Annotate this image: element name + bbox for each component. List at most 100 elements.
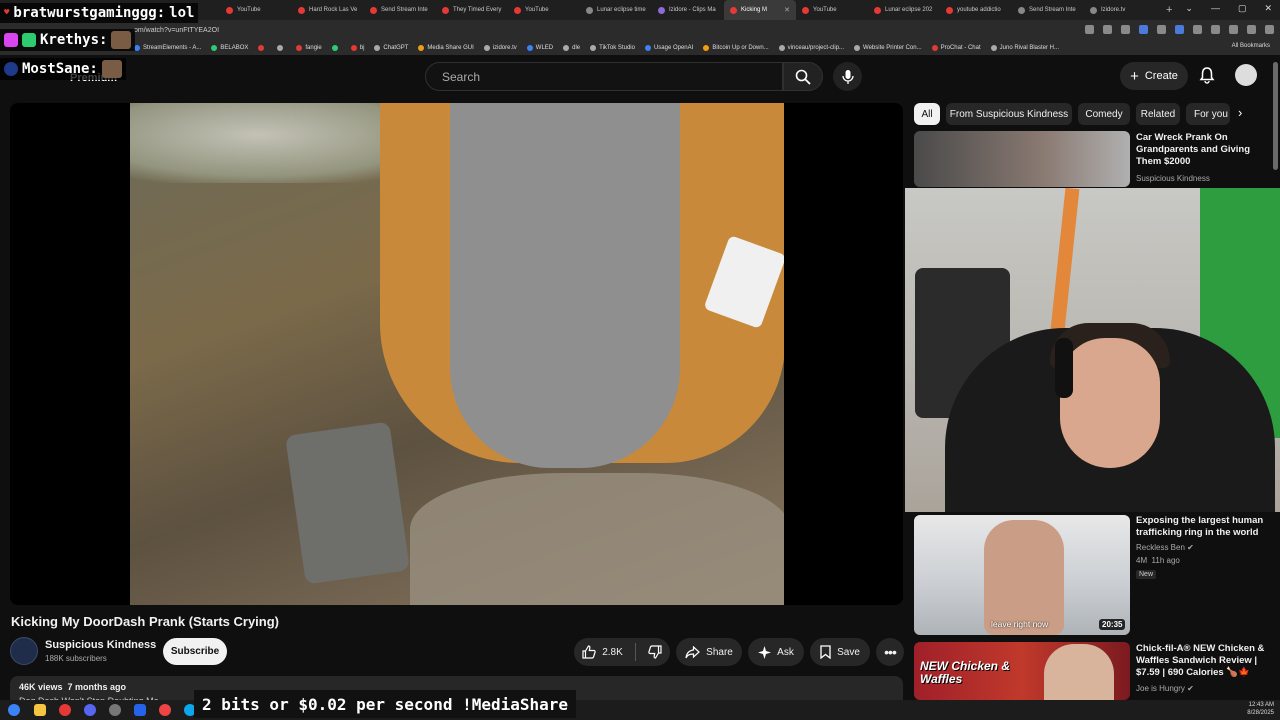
bookmarks-bar: StreamElements - A... BELABOX fangie bj Chat… (0, 40, 1280, 55)
file-explorer-icon[interactable] (34, 704, 46, 716)
close-button[interactable]: ✕ (1264, 3, 1272, 14)
bookmark-item[interactable]: fangie (296, 44, 322, 51)
recommendation-thumbnail[interactable] (914, 131, 1130, 187)
notifications-bell-icon[interactable] (1198, 66, 1216, 84)
recommendation-title[interactable]: Chick-fil-A® NEW Chicken & Waffles Sandw… (1136, 643, 1272, 679)
chip-all[interactable]: All (914, 103, 940, 125)
browser-tab[interactable]: YouTube (220, 0, 292, 20)
chip-from-channel[interactable]: From Suspicious Kindness (946, 103, 1072, 125)
extension-icon[interactable] (1193, 25, 1202, 34)
bookmark-item[interactable]: Juno Rival Blaster H... (990, 44, 1059, 51)
recommendation-channel[interactable]: Suspicious Kindness (1136, 174, 1210, 183)
bookmark-item[interactable]: Website Printer Con... (854, 44, 922, 51)
page-scrollbar[interactable] (1273, 62, 1278, 170)
bookmark-item[interactable]: TikTok Studio (590, 44, 635, 51)
extension-icon[interactable] (1229, 25, 1238, 34)
bookmark-item[interactable]: vinceau/project-clip... (778, 44, 844, 51)
bookmark-item[interactable]: izidore.tv (483, 44, 517, 51)
browser-tab[interactable]: Send Stream Inte (1012, 0, 1084, 20)
share-icon[interactable] (1103, 25, 1112, 34)
save-button[interactable]: Save (810, 638, 870, 666)
tab-search-icon[interactable]: ⌄ (1185, 3, 1193, 14)
new-tab-button[interactable]: + (1156, 4, 1182, 16)
browser-tab[interactable]: Send Stream Inte (364, 0, 436, 20)
search-input[interactable]: Search (425, 62, 783, 91)
channel-avatar[interactable] (10, 637, 38, 665)
bookmark-item[interactable]: Bitcoin Up or Down... (703, 44, 769, 51)
thumbs-up-icon[interactable] (582, 645, 596, 659)
extension-icon[interactable] (1157, 25, 1166, 34)
bookmark-item[interactable]: BELABOX (211, 44, 248, 51)
browser-icon[interactable] (59, 704, 71, 716)
bookmark-item[interactable]: StreamElements - A... (134, 44, 201, 51)
maximize-button[interactable]: ▢ (1238, 3, 1247, 14)
bookmark-item[interactable]: WLED (526, 44, 553, 51)
bookmark-item[interactable]: ChatGPT (374, 44, 408, 51)
browser-tab[interactable]: Lunar eclipse 202 (868, 0, 940, 20)
ask-button[interactable]: Ask (748, 638, 804, 666)
subscribe-button[interactable]: Subscribe (163, 638, 227, 665)
chip-comedy[interactable]: Comedy (1078, 103, 1130, 125)
headset (1055, 338, 1073, 398)
channel-name[interactable]: Suspicious Kindness (45, 639, 156, 651)
search-icon (795, 69, 811, 85)
chip-for-you[interactable]: For you (1186, 103, 1230, 125)
bookmark-item[interactable]: bj (350, 44, 364, 51)
thumbs-down-icon[interactable] (648, 645, 662, 659)
bookmark-item[interactable]: Media Share GUI (418, 44, 474, 51)
like-count[interactable]: 2.8K (602, 647, 623, 658)
bookmark-star-icon[interactable] (1121, 25, 1130, 34)
recommendation-channel[interactable]: Joe is Hungry ✔ (1136, 684, 1194, 693)
tab-label: YouTube (237, 7, 261, 13)
recommendation-title[interactable]: Car Wreck Prank On Grandparents and Givi… (1136, 132, 1272, 168)
chat-username: bratwurstgaminggg: (13, 5, 166, 21)
bookmark-item[interactable]: ProChat - Chat (931, 44, 981, 51)
obs-icon[interactable] (109, 704, 121, 716)
chip-related[interactable]: Related (1136, 103, 1180, 125)
recommendation-title[interactable]: Exposing the largest human trafficking r… (1136, 515, 1272, 539)
all-bookmarks-button[interactable]: All Bookmarks (1232, 43, 1270, 49)
share-button[interactable]: Share (676, 638, 742, 666)
app-icon[interactable] (134, 704, 146, 716)
extension-icon[interactable] (1247, 25, 1256, 34)
bookmark-item[interactable]: dle (563, 44, 580, 51)
recommendation-thumbnail[interactable]: NEW Chicken & Waffles (914, 642, 1130, 700)
extension-icon[interactable] (1211, 25, 1220, 34)
extension-icon[interactable] (1265, 25, 1274, 34)
thumbnail-person (984, 520, 1064, 635)
extension-icon[interactable] (1175, 25, 1184, 34)
start-icon[interactable] (8, 704, 20, 716)
discord-icon[interactable] (84, 704, 96, 716)
browser-tab[interactable]: Lunar eclipse time (580, 0, 652, 20)
browser-tab[interactable]: Hard Rock Las Ve (292, 0, 364, 20)
bookmark-item[interactable] (258, 44, 267, 51)
system-clock[interactable]: 12:43 AM 8/28/2025 (1247, 701, 1274, 717)
browser-tab[interactable]: YouTube (508, 0, 580, 20)
chevron-right-icon[interactable]: › (1238, 105, 1242, 120)
nasa-badge-icon (4, 62, 18, 76)
account-avatar[interactable] (1235, 64, 1257, 86)
tab-label: Lunar eclipse time (597, 7, 646, 13)
streamer-face (1060, 338, 1160, 468)
bookmark-item[interactable] (277, 44, 286, 51)
browser-tab[interactable]: YouTube (796, 0, 868, 20)
video-player[interactable] (10, 103, 903, 605)
browser-tab[interactable]: Izidore - Clips Ma (652, 0, 724, 20)
browser-tab[interactable]: They Timed Every (436, 0, 508, 20)
chrome-icon[interactable] (159, 704, 171, 716)
minimize-button[interactable]: — (1211, 3, 1220, 14)
browser-tab[interactable]: Izidore.tv (1084, 0, 1156, 20)
browser-tab[interactable]: Kicking M ✕ (724, 0, 796, 20)
zoom-icon[interactable] (1085, 25, 1094, 34)
recommendation-channel[interactable]: Reckless Ben ✔ (1136, 543, 1194, 552)
search-button[interactable] (783, 62, 823, 91)
bookmark-item[interactable] (331, 44, 341, 51)
voice-search-button[interactable] (833, 62, 862, 91)
recommendation-thumbnail[interactable]: leave right now (914, 515, 1130, 635)
extension-icon[interactable] (1139, 25, 1148, 34)
more-actions-button[interactable]: ••• (876, 638, 904, 666)
bookmark-item[interactable]: Usage OpenAI (644, 44, 693, 51)
create-button[interactable]: + Create (1120, 62, 1188, 90)
browser-tab[interactable]: youtube addictio (940, 0, 1012, 20)
close-tab-icon[interactable]: ✕ (784, 6, 790, 14)
